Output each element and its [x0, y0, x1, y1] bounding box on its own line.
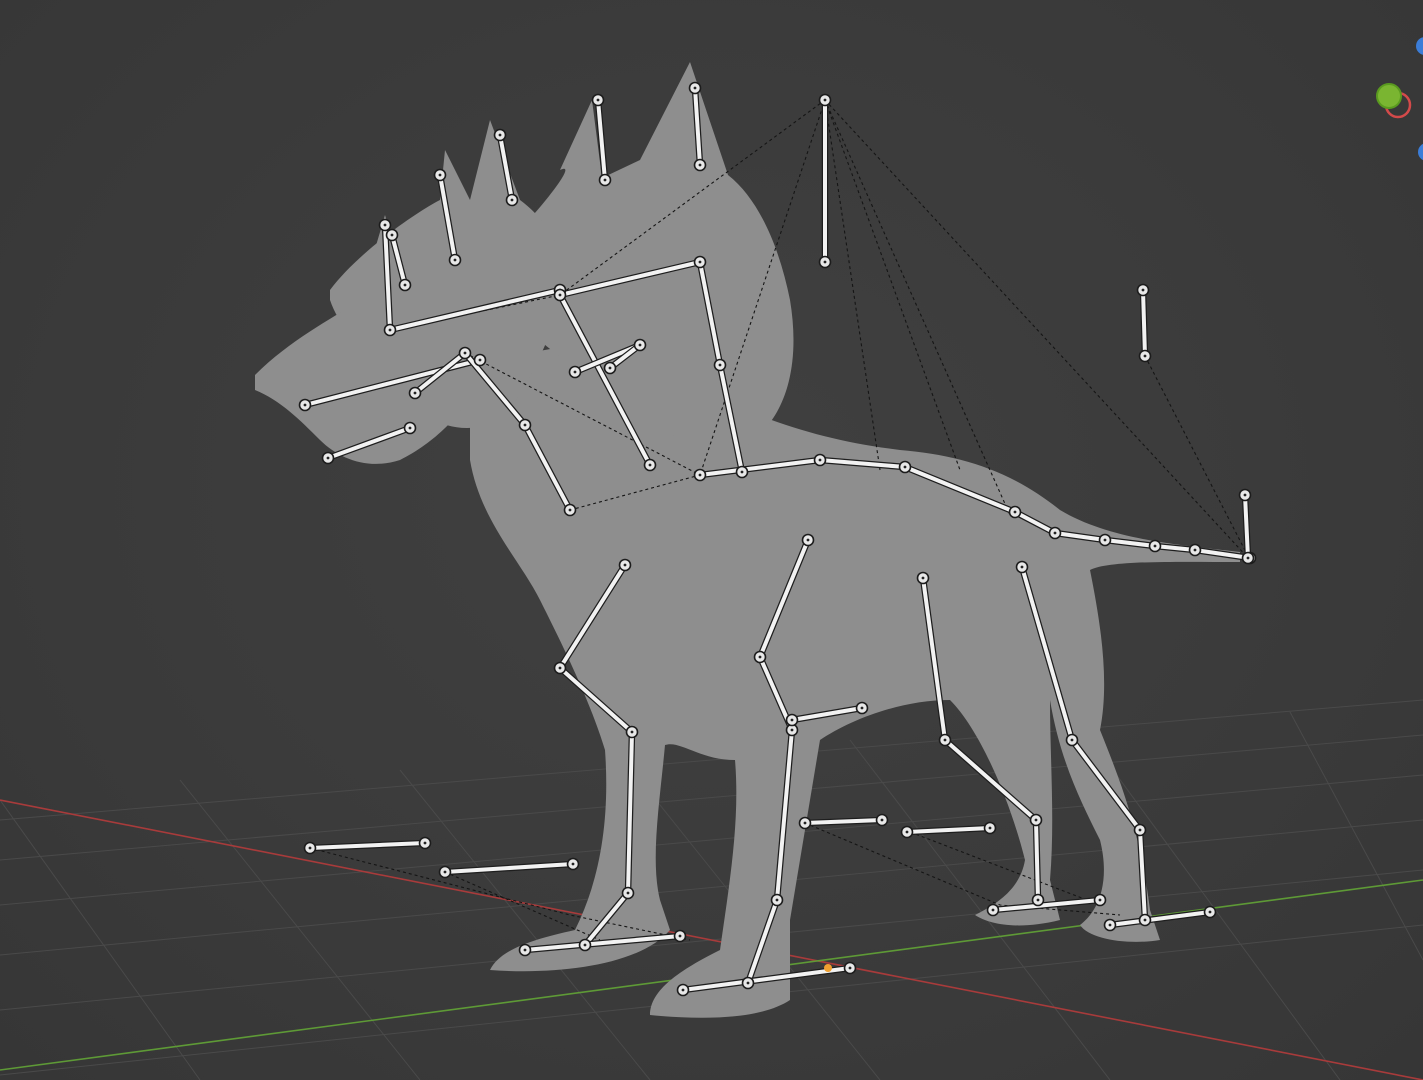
bone-joint-center: [413, 391, 417, 395]
bone-joint-center: [803, 821, 807, 825]
bone-joint-center: [1246, 556, 1250, 560]
bone-joint-center: [583, 943, 587, 947]
neg-z-axis-ball[interactable]: [1418, 143, 1423, 161]
bone-joint-center: [698, 473, 702, 477]
bone-joint-center: [326, 456, 330, 460]
bone-joint-center: [303, 403, 307, 407]
bone-joint-center: [498, 133, 502, 137]
viewport-scene[interactable]: [0, 0, 1423, 1080]
bone-joint-center: [638, 343, 642, 347]
bone-joint-center: [1034, 818, 1038, 822]
bone-joint-center: [823, 98, 827, 102]
bone-joint-center: [523, 423, 527, 427]
bone-joint-center: [698, 163, 702, 167]
bone-joint-center: [648, 463, 652, 467]
bone-joint-center: [758, 655, 762, 659]
y-axis-ball[interactable]: [1376, 83, 1402, 109]
bone-joint-center: [905, 830, 909, 834]
bone-joint-center: [746, 981, 750, 985]
bone-joint-center: [790, 718, 794, 722]
z-axis-ball[interactable]: [1416, 37, 1423, 55]
bone-joint-center: [1143, 354, 1147, 358]
bone-27[interactable]: [1141, 288, 1147, 358]
bone-joint-center: [523, 948, 527, 952]
bone-joint-center: [608, 366, 612, 370]
bone-joint-center: [558, 293, 562, 297]
bone-joint-center: [438, 173, 442, 177]
bone-joint-center: [1098, 898, 1102, 902]
bone-joint-center: [880, 818, 884, 822]
bone-joint-center: [1153, 544, 1157, 548]
bone-joint-center: [806, 538, 810, 542]
bone-joint-center: [571, 862, 575, 866]
floor-grid: [0, 699, 1423, 1080]
bone-joint-center: [1013, 510, 1017, 514]
bone-joint-center: [478, 358, 482, 362]
navigation-gizmo[interactable]: [1363, 20, 1423, 180]
bone-joint-center: [740, 470, 744, 474]
bone-joint-center: [860, 706, 864, 710]
bone-joint-center: [308, 846, 312, 850]
bone-joint-center: [693, 86, 697, 90]
bone-joint-center: [568, 508, 572, 512]
bone-joint-center: [623, 563, 627, 567]
bone-joint-center: [1108, 923, 1112, 927]
bone-joint-center: [823, 260, 827, 264]
bone-joint-center: [1070, 738, 1074, 742]
bone-joint-center: [1036, 898, 1040, 902]
bone-joint-center: [1143, 918, 1147, 922]
bone-48[interactable]: [308, 841, 427, 850]
bone-joint-center: [698, 260, 702, 264]
bone-joint-center: [790, 728, 794, 732]
bone-joint-center: [388, 328, 392, 332]
bone-joint-center: [390, 233, 394, 237]
bone-joint-center: [558, 666, 562, 670]
x-axis-line: [0, 799, 1423, 1080]
3d-viewport[interactable]: [0, 0, 1423, 1080]
bone-joint-center: [775, 898, 779, 902]
bone-joint-center: [453, 258, 457, 262]
bone-joint-center: [943, 738, 947, 742]
bone-joint-center: [463, 351, 467, 355]
bone-joint-center: [403, 283, 407, 287]
bone-joint-center: [596, 98, 600, 102]
bone-joint-center: [988, 826, 992, 830]
bone-joint-center: [903, 465, 907, 469]
bone-joint-center: [718, 363, 722, 367]
bone-42[interactable]: [1034, 818, 1040, 902]
bone-joint-center: [510, 198, 514, 202]
bone-joint-center: [1053, 531, 1057, 535]
bone-joint-center: [1138, 828, 1142, 832]
bone-joint-center: [1193, 548, 1197, 552]
bone-joint-center: [848, 966, 852, 970]
bone-joint-center: [1103, 538, 1107, 542]
bone-joint-center: [678, 934, 682, 938]
bone-joint-center: [1208, 910, 1212, 914]
bone-joint-center: [1020, 565, 1024, 569]
active-joint-marker[interactable]: [824, 964, 832, 972]
bone-joint-center: [383, 223, 387, 227]
bone-joint-center: [408, 426, 412, 430]
bone-joint-center: [603, 178, 607, 182]
bone-joint-center: [818, 458, 822, 462]
bone-joint-center: [573, 370, 577, 374]
bone-joint-center: [681, 988, 685, 992]
bone-joint-center: [626, 891, 630, 895]
bone-joint-center: [1141, 288, 1145, 292]
bone-joint-center: [423, 841, 427, 845]
bone-joint-center: [921, 576, 925, 580]
bone-joint-center: [1243, 493, 1247, 497]
bone-joint-center: [991, 908, 995, 912]
bone-joint-center: [443, 870, 447, 874]
bone-joint-center: [630, 730, 634, 734]
